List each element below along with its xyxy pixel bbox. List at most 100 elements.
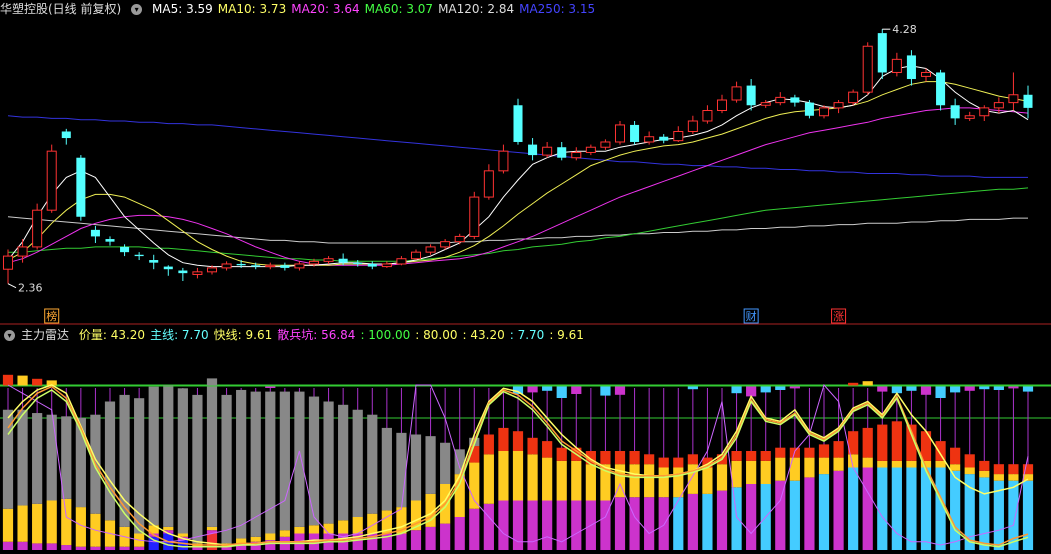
- top-bar-down: [600, 386, 611, 396]
- stack-magenta: [687, 493, 698, 550]
- candle-body: [906, 55, 916, 80]
- candle-body: [149, 260, 159, 263]
- stack-yellow: [964, 467, 975, 475]
- stack-yellow: [265, 533, 276, 541]
- stack-magenta: [1022, 480, 1034, 550]
- stack-red: [964, 454, 975, 468]
- stack-yellow: [498, 451, 509, 501]
- candle-body: [585, 146, 596, 153]
- lower-header: ▾ 主力雷达 价量: 43.20 主线: 7.70 快线: 9.61 散兵坑: 56.8…: [0, 326, 595, 344]
- stack-red: [527, 437, 538, 455]
- indicator-3: MA60: 3.07: [364, 2, 434, 16]
- candle-body: [528, 144, 538, 156]
- top-bar-down: [614, 386, 626, 395]
- indicator-4: MA120: 2.84: [438, 2, 515, 16]
- stack-yellow: [177, 533, 188, 537]
- candle-body: [877, 33, 887, 73]
- chevron-down-icon[interactable]: ▾: [131, 4, 143, 15]
- candle-body: [61, 131, 71, 139]
- stack-magenta: [410, 530, 422, 550]
- candle-body: [1008, 94, 1019, 104]
- stack-yellow: [760, 460, 771, 484]
- indicator-4: : 100.00: [360, 328, 411, 342]
- indicator-6: : 43.20: [462, 328, 505, 342]
- candle-body: [17, 246, 28, 257]
- stack-red: [629, 451, 640, 465]
- stack-red: [556, 447, 567, 461]
- stack-red: [600, 451, 611, 465]
- candle-body: [702, 110, 713, 122]
- stack-magenta: [658, 497, 669, 550]
- candle-body: [659, 136, 669, 141]
- stack-magenta: [556, 500, 567, 550]
- stack-grey: [396, 432, 407, 508]
- stack-grey: [17, 409, 28, 506]
- stack-yellow: [644, 464, 655, 498]
- indicator-1: 主线: 7.70: [150, 328, 209, 342]
- top-bar-down: [950, 386, 961, 393]
- stack-red: [862, 427, 873, 458]
- stack-magenta: [877, 467, 888, 550]
- event-marker-2: 涨: [833, 310, 844, 323]
- stack-yellow: [294, 526, 305, 534]
- stack-yellow: [789, 457, 800, 481]
- candle-body: [381, 263, 392, 268]
- stack-yellow: [979, 470, 990, 478]
- stack-magenta: [46, 543, 57, 550]
- stack-red: [877, 424, 888, 461]
- stack-yellow: [308, 525, 320, 534]
- indicator-8: : 9.61: [549, 328, 584, 342]
- candle-body: [2, 255, 14, 270]
- stack-magenta: [614, 497, 626, 550]
- candle-body: [294, 263, 305, 269]
- stack-yellow: [17, 505, 28, 542]
- stack-red: [644, 454, 655, 465]
- candlestick-panel: 4.28 2.36 榜 财 涨: [2, 23, 1033, 324]
- candle-body: [687, 120, 698, 132]
- candle-body: [760, 102, 771, 106]
- stack-red_bottom: [206, 533, 218, 550]
- candle-body: [993, 102, 1004, 109]
- stack-magenta: [542, 500, 553, 550]
- stack-magenta: [134, 546, 145, 550]
- top-bar-down: [877, 386, 888, 392]
- stack-magenta: [848, 467, 859, 550]
- stack-magenta: [950, 470, 961, 550]
- stack-red: [687, 454, 698, 465]
- indicator-0: 价量: 43.20: [78, 328, 146, 342]
- stack-magenta: [61, 545, 72, 550]
- indicator-0: MA5: 3.59: [152, 2, 213, 16]
- top-bar-down: [760, 386, 771, 393]
- stack-red: [993, 464, 1004, 475]
- stack-grey: [338, 404, 349, 521]
- indicator-1: MA10: 3.73: [217, 2, 287, 16]
- chevron-down-icon[interactable]: ▾: [4, 330, 15, 341]
- candle-body: [790, 97, 800, 103]
- stack-magenta: [891, 467, 902, 550]
- stack-blue_bottom: [148, 536, 159, 550]
- candle-body: [410, 251, 422, 260]
- stack-red: [760, 451, 771, 461]
- stack-magenta: [75, 546, 86, 550]
- stack-magenta: [119, 546, 130, 550]
- candle-body: [891, 58, 902, 73]
- stack-red: [818, 444, 830, 458]
- stack-yellow: [775, 457, 786, 481]
- event-marker-1: 财: [746, 309, 757, 323]
- candle-body: [818, 107, 830, 117]
- stack-grey: [177, 388, 188, 534]
- stack-magenta: [906, 467, 917, 550]
- low-marker-line: [7, 283, 17, 289]
- stack-red: [542, 441, 553, 458]
- candle-body: [614, 124, 626, 143]
- stack-grey: [104, 401, 116, 521]
- candle-body: [90, 229, 100, 237]
- candle-body: [308, 260, 320, 265]
- stack-magenta: [17, 541, 28, 550]
- stack-grey: [323, 401, 334, 524]
- stack-grey: [294, 391, 305, 527]
- stack-magenta: [469, 508, 480, 550]
- indicator-2: MA20: 3.64: [291, 2, 360, 16]
- candle-body: [848, 91, 859, 104]
- stack-grey: [425, 436, 436, 494]
